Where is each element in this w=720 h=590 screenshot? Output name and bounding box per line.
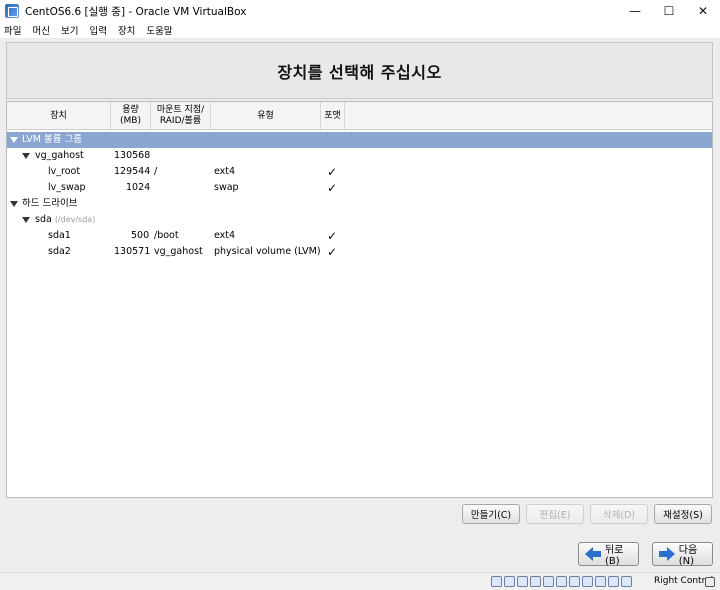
device-tree[interactable]: 장치 용량 (MB) 마운트 지점/ RAID/볼륨 유형 포맷 LVM 볼륨 … [6,101,713,498]
device-name: sda1 [48,230,71,241]
tree-row-vg-gahost[interactable]: vg_gahost 130568 [7,148,712,164]
shared-folders-icon[interactable] [556,576,567,587]
arrow-right-icon [659,547,675,561]
host-key-icon [705,577,715,587]
audio-icon[interactable] [517,576,528,587]
tree-row-lvm-group[interactable]: LVM 볼륨 그룹 [7,132,712,148]
device-type: physical volume (LVM) [214,246,321,257]
column-format-label: 포맷 [324,110,341,121]
status-tray [491,576,634,587]
column-size[interactable]: 용량 (MB) [111,102,151,130]
device-size: 130571 [114,246,151,257]
expander-icon[interactable] [10,137,18,143]
header-panel: 장치를 선택해 주십시오 [6,42,713,99]
column-type[interactable]: 유형 [211,102,321,130]
tree-row-sda1[interactable]: sda1 500 /boot ext4 ✓ [7,228,712,244]
next-label: 다음(N) [678,545,698,567]
column-mount-label-1: 마운트 지점/ [156,105,205,115]
device-name: LVM 볼륨 그룹 [22,134,82,145]
device-size: 500 [131,230,150,241]
window-title: CentOS6.6 [실행 중] - Oracle VM VirtualBox [25,5,247,18]
device-mount: / [154,166,158,177]
column-size-label-2: (MB) [120,116,141,126]
optical-drive-icon[interactable] [504,576,515,587]
network-icon[interactable] [530,576,541,587]
status-bar: Right Control [0,572,720,590]
menu-file[interactable]: 파일 [4,23,21,37]
device-size: 1024 [126,182,151,193]
tree-row-sda2[interactable]: sda2 130571 vg_gahost physical volume (L… [7,244,712,260]
maximize-icon[interactable]: ☐ [652,0,686,22]
column-mount[interactable]: 마운트 지점/ RAID/볼륨 [151,102,211,130]
guest-screen: 장치를 선택해 주십시오 장치 용량 (MB) 마운트 지점/ RAID/볼륨 … [0,38,720,574]
tree-row-lv-swap[interactable]: lv_swap 1024 swap ✓ [7,180,712,196]
format-check-icon: ✓ [327,181,338,195]
format-check-icon: ✓ [327,245,338,259]
back-label: 뒤로(B) [604,545,624,567]
close-icon[interactable]: ✕ [686,0,720,22]
device-name: 하드 드라이브 [22,198,78,209]
device-mount: /boot [154,230,179,241]
hard-disk-icon[interactable] [491,576,502,587]
tree-row-sda[interactable]: sda (/dev/sda) [7,212,712,228]
device-mount: vg_gahost [154,246,203,257]
device-type: swap [214,182,239,193]
keyboard-capture-icon[interactable] [621,576,632,587]
format-check-icon: ✓ [327,229,338,243]
column-device-label: 장치 [50,110,67,121]
menu-view[interactable]: 보기 [61,23,78,37]
next-button[interactable]: 다음(N) [652,542,713,567]
menu-devices[interactable]: 장치 [118,23,135,37]
page-title: 장치를 선택해 주십시오 [277,62,442,82]
window-controls: — ☐ ✕ [618,0,720,22]
virtualbox-icon [5,4,19,18]
device-type: ext4 [214,166,236,177]
mouse-integration-icon[interactable] [608,576,619,587]
device-size: 130568 [114,150,151,161]
column-header: 장치 용량 (MB) 마운트 지점/ RAID/볼륨 유형 포맷 [7,102,712,130]
tree-row-hard-drives[interactable]: 하드 드라이브 [7,196,712,212]
usb-icon[interactable] [543,576,554,587]
window-title-bar: CentOS6.6 [실행 중] - Oracle VM VirtualBox … [0,0,720,22]
menu-input[interactable]: 입력 [89,23,106,37]
delete-button[interactable]: 삭제(D) [590,504,648,524]
column-size-label-1: 용량 [122,105,139,115]
device-size: 129544 [114,166,151,177]
device-path: (/dev/sda) [54,215,96,224]
column-type-label: 유형 [257,110,274,121]
expander-icon[interactable] [22,153,30,159]
display-icon[interactable] [569,576,580,587]
device-name-group: sda (/dev/sda) [35,212,95,228]
cpu-icon[interactable] [595,576,606,587]
back-button[interactable]: 뒤로(B) [578,542,639,567]
menu-help[interactable]: 도움말 [146,23,172,37]
device-name: sda [35,214,52,225]
minimize-icon[interactable]: — [618,0,652,22]
device-name: lv_root [48,166,81,177]
expander-icon[interactable] [10,201,18,207]
video-capture-icon[interactable] [582,576,593,587]
create-button[interactable]: 만들기(C) [462,504,520,524]
menu-machine[interactable]: 머신 [32,23,49,37]
arrow-left-icon [585,547,601,561]
tree-row-lv-root[interactable]: lv_root 129544 / ext4 ✓ [7,164,712,180]
column-format[interactable]: 포맷 [321,102,345,130]
column-mount-label-2: RAID/볼륨 [159,116,202,126]
reset-button[interactable]: 재설정(S) [654,504,712,524]
device-name: vg_gahost [35,150,84,161]
edit-button[interactable]: 편집(E) [526,504,584,524]
device-name: lv_swap [48,182,86,193]
expander-icon[interactable] [22,217,30,223]
device-name: sda2 [48,246,71,257]
menu-bar: 파일 머신 보기 입력 장치 도움말 [0,22,720,38]
device-type: ext4 [214,230,236,241]
format-check-icon: ✓ [327,165,338,179]
column-device[interactable]: 장치 [7,102,111,130]
